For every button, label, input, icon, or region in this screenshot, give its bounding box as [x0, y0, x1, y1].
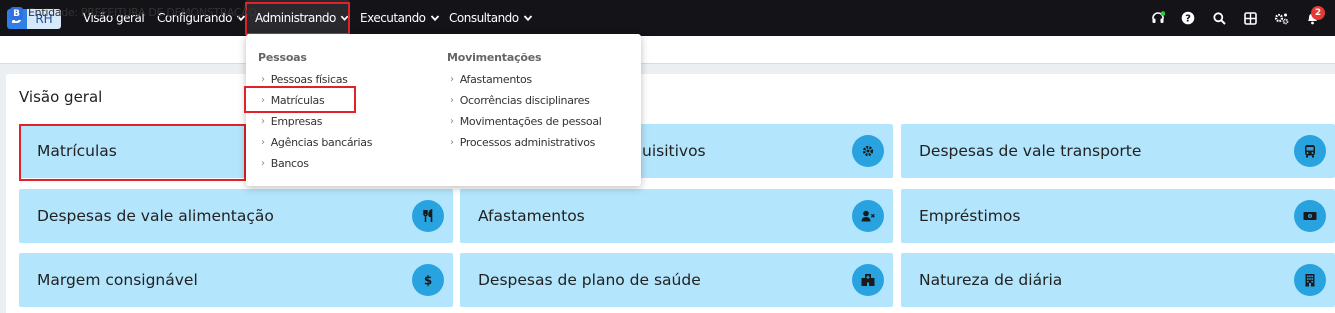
chevron-right-icon: › — [450, 115, 454, 127]
chevron-right-icon: › — [261, 157, 265, 169]
card-label: Margem consignável — [37, 271, 198, 289]
menu-item-label: Ocorrências disciplinares — [459, 93, 590, 107]
menu-item-agencias-bancarias[interactable]: › Agências bancárias — [261, 135, 372, 149]
card-label: Despesas de vale alimentação — [37, 207, 274, 225]
entity-logo-icon: B — [10, 7, 23, 20]
dollar-icon: $ — [412, 264, 444, 296]
menu-item-afastamentos[interactable]: › Afastamentos — [450, 72, 532, 86]
menu-item-label: Pessoas físicas — [270, 72, 348, 86]
hospital-icon — [852, 264, 884, 296]
user-remove-icon — [852, 200, 884, 232]
card-label: Despesas de vale transporte — [919, 142, 1142, 160]
card-vale-transporte[interactable]: Despesas de vale transporte — [901, 124, 1335, 178]
money-bill-icon — [1294, 200, 1326, 232]
card-label: Natureza de diária — [919, 271, 1063, 289]
building-icon — [1294, 264, 1326, 296]
chevron-right-icon: › — [450, 136, 454, 148]
nav-consultando[interactable]: Consultando — [449, 0, 533, 36]
card-emprestimos[interactable]: Empréstimos — [901, 189, 1335, 243]
headset-status-icon[interactable] — [1149, 9, 1167, 27]
administrando-dropdown-menu: Pessoas › Pessoas físicas › Matrículas › Em… — [246, 34, 641, 186]
bus-icon — [1294, 135, 1326, 167]
notification-badge: 2 — [1311, 6, 1325, 20]
search-icon[interactable] — [1210, 9, 1228, 27]
card-margem-consignavel[interactable]: Margem consignável $ — [19, 253, 453, 307]
card-label: Matrículas — [37, 142, 117, 160]
fork-knife-icon — [412, 200, 444, 232]
menu-item-matriculas[interactable]: › Matrículas — [261, 93, 325, 107]
card-label: Afastamentos — [478, 207, 585, 225]
menu-item-label: Movimentações de pessoal — [459, 114, 602, 128]
chevron-right-icon: › — [450, 94, 454, 106]
nav-label: Administrando — [255, 11, 336, 25]
settings-gears-icon[interactable] — [1272, 9, 1290, 27]
chevron-right-icon: › — [261, 136, 265, 148]
nav-label: Executando — [360, 11, 426, 25]
menu-item-pessoas-fisicas[interactable]: › Pessoas físicas — [261, 72, 348, 86]
menu-item-label: Agências bancárias — [270, 135, 373, 149]
card-natureza-diaria[interactable]: Natureza de diária — [901, 253, 1335, 307]
nav-label: Consultando — [449, 11, 519, 25]
page-title: Visão geral — [19, 88, 103, 106]
dropdown-heading-movimentacoes: Movimentações — [447, 51, 542, 64]
chevron-down-icon — [523, 15, 532, 22]
chevron-down-icon — [430, 15, 439, 22]
menu-item-label: Afastamentos — [459, 72, 532, 86]
menu-item-empresas[interactable]: › Empresas — [261, 114, 323, 128]
chevron-right-icon: › — [261, 94, 265, 106]
chevron-right-icon: › — [261, 73, 265, 85]
card-label: uisitivos — [642, 142, 706, 160]
card-label: Empréstimos — [919, 207, 1021, 225]
menu-item-label: Processos administrativos — [459, 135, 596, 149]
chevron-right-icon: › — [261, 115, 265, 127]
gear-icon — [852, 135, 884, 167]
menu-item-label: Matrículas — [270, 93, 325, 107]
nav-administrando[interactable]: Administrando — [246, 0, 349, 36]
apps-grid-icon[interactable] — [1241, 9, 1259, 27]
dropdown-heading-pessoas: Pessoas — [258, 51, 307, 64]
menu-item-bancos[interactable]: › Bancos — [261, 156, 309, 170]
svg-text:$: $ — [424, 274, 432, 288]
card-vale-alimentacao[interactable]: Despesas de vale alimentação — [19, 189, 453, 243]
menu-item-ocorrencias-disciplinares[interactable]: › Ocorrências disciplinares — [450, 93, 590, 107]
nav-executando[interactable]: Executando — [360, 0, 440, 36]
card-plano-saude[interactable]: Despesas de plano de saúde — [460, 253, 893, 307]
entity-name[interactable]: Entidade: PREFEITURA DE DEMONSTRAÇÃO — [28, 6, 257, 19]
chevron-down-icon — [340, 15, 349, 21]
menu-item-label: Bancos — [270, 156, 309, 170]
card-label: Despesas de plano de saúde — [478, 271, 701, 289]
menu-item-processos-administrativos[interactable]: › Processos administrativos — [450, 135, 595, 149]
chevron-right-icon: › — [450, 73, 454, 85]
menu-item-label: Empresas — [270, 114, 323, 128]
menu-item-movimentacoes-pessoal[interactable]: › Movimentações de pessoal — [450, 114, 602, 128]
entity-bar — [0, 36, 1335, 64]
svg-text:?: ? — [1185, 14, 1191, 25]
card-afastamentos[interactable]: Afastamentos — [460, 189, 893, 243]
help-icon[interactable]: ? — [1179, 9, 1197, 27]
